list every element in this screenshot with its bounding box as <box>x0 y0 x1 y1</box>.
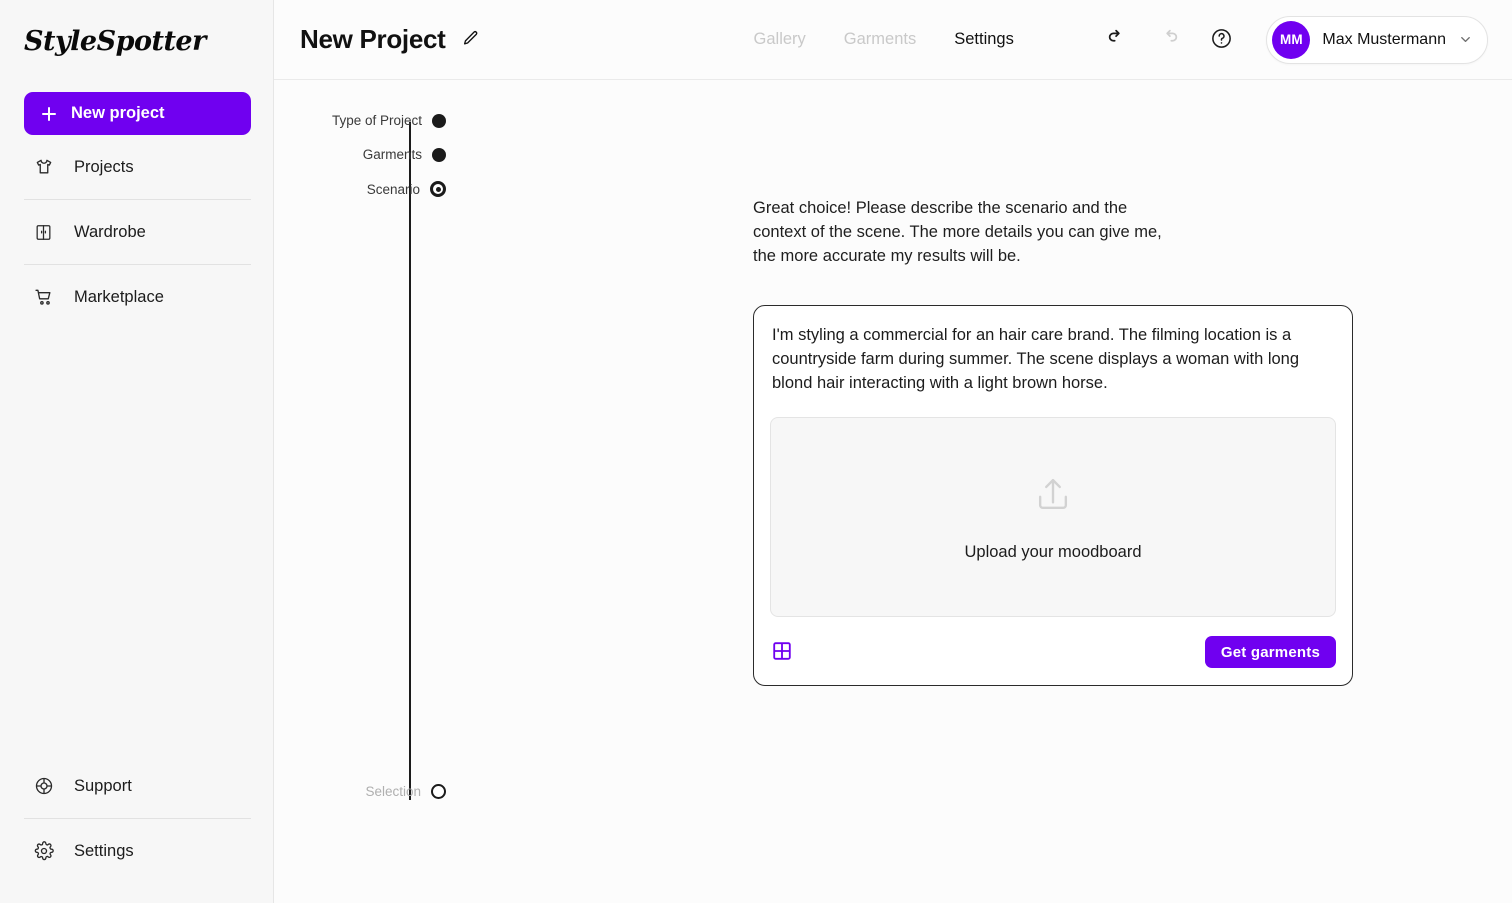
page-title-group: New Project <box>300 24 482 55</box>
stepper-dot-current <box>430 181 446 197</box>
content-area: Type of Project Garments Scenario Select… <box>274 80 1512 903</box>
plus-icon <box>41 106 57 122</box>
shopping-cart-icon <box>33 287 54 308</box>
sidebar-secondary-nav: Support Settings <box>0 754 273 903</box>
header-actions: MM Max Mustermann <box>1104 15 1488 64</box>
scenario-card: I'm styling a commercial for an hair car… <box>753 305 1353 686</box>
question-circle-icon <box>1210 27 1233 53</box>
tab-settings[interactable]: Settings <box>954 30 1014 49</box>
app-root: StyleSpotter New project Projects Wardro… <box>0 0 1512 903</box>
sidebar-item-label: Wardrobe <box>74 222 146 241</box>
pencil-icon <box>461 29 480 51</box>
stepper-step-label: Selection <box>365 784 421 799</box>
gear-icon <box>33 841 54 862</box>
top-bar: New Project Gallery Garments Settings MM… <box>274 0 1512 80</box>
wardrobe-icon <box>33 222 54 243</box>
redo-button[interactable] <box>1156 27 1182 53</box>
edit-title-button[interactable] <box>460 29 482 51</box>
upload-icon <box>1031 473 1075 517</box>
scenario-input[interactable]: I'm styling a commercial for an hair car… <box>770 323 1336 395</box>
avatar: MM <box>1272 20 1311 59</box>
stepper-step-label: Garments <box>362 147 422 162</box>
moodboard-upload-label: Upload your moodboard <box>964 542 1142 561</box>
undo-icon <box>1106 27 1128 52</box>
scenario-card-footer: Get garments <box>770 633 1336 671</box>
stepper-dot-pending <box>431 784 446 799</box>
user-name: Max Mustermann <box>1322 30 1446 48</box>
sidebar: StyleSpotter New project Projects Wardro… <box>0 0 274 903</box>
lifebuoy-icon <box>33 776 54 797</box>
page-title: New Project <box>300 24 446 54</box>
stepper-step-selection[interactable]: Selection <box>296 784 446 799</box>
stepper-step-label: Scenario <box>366 181 420 197</box>
get-garments-button[interactable]: Get garments <box>1204 636 1336 668</box>
assistant-intro-text: Great choice! Please describe the scenar… <box>753 199 1162 265</box>
grid-icon <box>771 640 793 665</box>
sidebar-item-label: Marketplace <box>74 287 164 306</box>
sidebar-item-label: Projects <box>74 157 134 176</box>
brand-logo: StyleSpotter <box>24 26 206 57</box>
help-button[interactable] <box>1208 27 1234 53</box>
stepper-dot-completed <box>432 147 446 162</box>
stepper-line <box>409 122 411 800</box>
header-tabs: Gallery Garments Settings <box>754 30 1014 49</box>
sidebar-item-label: Support <box>74 776 132 795</box>
stepper-dot-completed <box>432 113 446 128</box>
sidebar-item-wardrobe[interactable]: Wardrobe <box>24 200 249 264</box>
new-project-label: New project <box>71 104 165 122</box>
progress-stepper: Type of Project Garments Scenario Select… <box>296 108 446 828</box>
sidebar-item-projects[interactable]: Projects <box>24 135 249 199</box>
redo-icon <box>1158 27 1180 52</box>
grid-view-button[interactable] <box>770 640 794 664</box>
user-menu[interactable]: MM Max Mustermann <box>1266 15 1488 64</box>
chevron-down-icon <box>1458 32 1473 47</box>
sidebar-item-settings[interactable]: Settings <box>24 819 249 883</box>
sidebar-primary-nav: New project Projects Wardrobe Marketplac… <box>0 72 273 329</box>
tshirt-icon <box>33 157 54 178</box>
moodboard-dropzone[interactable]: Upload your moodboard <box>770 417 1336 617</box>
stepper-step-garments[interactable]: Garments <box>296 147 446 162</box>
tab-gallery[interactable]: Gallery <box>754 30 806 49</box>
undo-button[interactable] <box>1104 27 1130 53</box>
sidebar-item-support[interactable]: Support <box>24 754 249 818</box>
new-project-button[interactable]: New project <box>24 92 251 135</box>
main-area: New Project Gallery Garments Settings MM… <box>274 0 1512 903</box>
sidebar-item-marketplace[interactable]: Marketplace <box>24 265 249 329</box>
sidebar-item-label: Settings <box>74 841 134 860</box>
tab-garments[interactable]: Garments <box>844 30 916 49</box>
stepper-step-label: Type of Project <box>331 113 422 128</box>
stepper-step-type-of-project[interactable]: Type of Project <box>296 113 446 128</box>
stepper-step-scenario[interactable]: Scenario <box>296 181 446 197</box>
